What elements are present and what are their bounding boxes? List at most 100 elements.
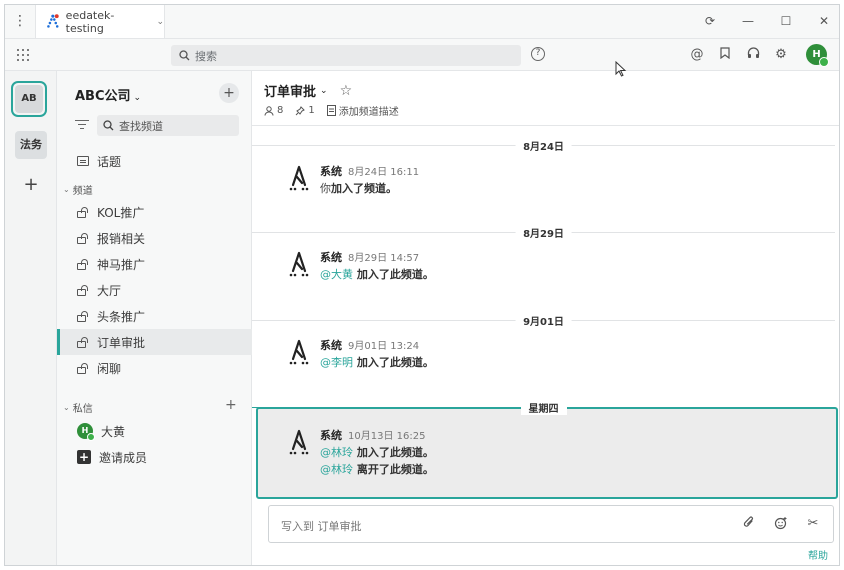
find-channel-input[interactable]: 查找频道 bbox=[97, 115, 239, 136]
message-text: @大黄 加入了此频道。 bbox=[320, 268, 434, 281]
team-name-menu[interactable]: ABC公司 ⌄ bbox=[75, 85, 141, 104]
add-channel-button[interactable]: + bbox=[219, 83, 239, 103]
workspace-tab-label: eedatek-testing bbox=[65, 8, 115, 35]
user-mention-link[interactable]: @林玲 bbox=[320, 446, 353, 459]
search-icon bbox=[179, 50, 190, 61]
unlock-icon bbox=[77, 258, 89, 270]
message-sender[interactable]: 系统 bbox=[320, 337, 342, 353]
invite-members-button[interactable]: + 邀请成员 bbox=[57, 444, 252, 470]
scissors-icon[interactable]: ✂ bbox=[805, 516, 821, 532]
find-channel-placeholder: 查找频道 bbox=[119, 119, 163, 133]
unlock-icon bbox=[77, 232, 89, 244]
user-mention-link[interactable]: @李明 bbox=[320, 356, 353, 369]
topic-message-icon bbox=[77, 156, 89, 166]
close-icon[interactable]: ✕ bbox=[816, 13, 832, 29]
reload-icon[interactable]: ⟳ bbox=[702, 13, 718, 29]
date-separator: 星期四 bbox=[252, 400, 835, 415]
sidebar-item-dm[interactable]: H 大黄 bbox=[57, 418, 252, 444]
channel-view: 订单审批 ⌄ ☆ 8 1 添加频道描述 8月24日 系统 8月24日 16:11 … bbox=[252, 71, 839, 565]
system-logo-icon bbox=[289, 339, 309, 365]
mattermost-logo-icon bbox=[47, 13, 59, 28]
message-sender[interactable]: 系统 bbox=[320, 163, 342, 179]
message-text: @李明 加入了此频道。 bbox=[320, 356, 434, 369]
team-ab-button[interactable]: AB bbox=[11, 81, 47, 117]
search-placeholder: 搜索 bbox=[195, 49, 217, 63]
team-name-label: ABC公司 bbox=[75, 89, 131, 104]
app-window: ⋮ eedatek-testing ⌄ ⟳ — ☐ ✕ 搜索 ? @ ⚙ H A… bbox=[4, 4, 840, 566]
user-mention-link[interactable]: @林玲 bbox=[320, 463, 353, 476]
date-separator: 8月29日 bbox=[252, 225, 835, 240]
sidebar-item-channel[interactable]: 大厅 bbox=[57, 277, 252, 303]
online-status-icon bbox=[819, 57, 829, 67]
user-mention-link[interactable]: @大黄 bbox=[320, 268, 353, 281]
help-link[interactable]: 帮助 bbox=[808, 547, 828, 562]
online-status-icon bbox=[87, 433, 95, 441]
favorite-star-icon[interactable]: ☆ bbox=[340, 83, 353, 99]
workspace-tab[interactable]: eedatek-testing ⌄ bbox=[35, 5, 165, 38]
message-time[interactable]: 9月01日 13:24 bbox=[348, 337, 419, 352]
headset-icon[interactable] bbox=[745, 47, 761, 63]
message-text: 你加入了频道。 bbox=[320, 182, 397, 195]
settings-gear-icon[interactable]: ⚙ bbox=[773, 47, 789, 63]
message-sender[interactable]: 系统 bbox=[320, 427, 342, 443]
header-divider bbox=[252, 125, 839, 126]
mention-icon[interactable]: @ bbox=[689, 47, 705, 63]
minimize-icon[interactable]: — bbox=[740, 13, 756, 29]
chevron-down-icon: ⌄ bbox=[133, 93, 142, 103]
sidebar-item-label: 订单审批 bbox=[97, 335, 146, 350]
avatar: H bbox=[77, 423, 95, 441]
date-separator: 8月24日 bbox=[252, 138, 835, 153]
document-icon bbox=[326, 105, 336, 116]
sidebar-item-channel-active[interactable]: 订单审批 bbox=[57, 329, 252, 355]
channel-title-menu[interactable]: 订单审批 ⌄ ☆ bbox=[264, 81, 353, 101]
team-legal-button[interactable]: 法务 bbox=[15, 131, 47, 159]
top-toolbar: 搜索 ? @ ⚙ H bbox=[5, 39, 839, 71]
chevron-down-icon: ⌄ bbox=[156, 16, 164, 27]
unlock-icon bbox=[77, 310, 89, 322]
title-bar: ⋮ eedatek-testing ⌄ ⟳ — ☐ ✕ bbox=[5, 5, 839, 39]
apps-grid-icon[interactable] bbox=[17, 49, 29, 61]
channels-section-header[interactable]: ⌄ 频道 bbox=[63, 182, 93, 197]
add-description-link[interactable]: 添加频道描述 bbox=[326, 103, 399, 118]
dm-section-header[interactable]: ⌄ 私信 bbox=[63, 400, 93, 415]
sidebar-item-channel[interactable]: 头条推广 bbox=[57, 303, 252, 329]
saved-bookmark-icon[interactable] bbox=[717, 47, 733, 63]
system-logo-icon bbox=[289, 429, 309, 455]
unlock-icon bbox=[77, 362, 89, 374]
channels-header-label: 频道 bbox=[72, 186, 93, 197]
sidebar-item-label: KOL推广 bbox=[97, 205, 145, 220]
add-dm-button[interactable]: + bbox=[225, 397, 237, 413]
emoji-icon[interactable] bbox=[773, 516, 789, 532]
sidebar-item-label: 神马推广 bbox=[97, 257, 146, 272]
message-time[interactable]: 8月29日 14:57 bbox=[348, 249, 419, 264]
help-icon[interactable]: ? bbox=[531, 47, 545, 61]
sidebar-item-label: 大黄 bbox=[101, 424, 126, 439]
channel-title: 订单审批 bbox=[264, 85, 317, 100]
sidebar-item-channel[interactable]: 闲聊 bbox=[57, 355, 252, 381]
sidebar-item-label: 大厅 bbox=[97, 283, 122, 298]
message-time[interactable]: 10月13日 16:25 bbox=[348, 427, 425, 442]
sidebar-item-label: 闲聊 bbox=[97, 361, 122, 376]
filter-icon[interactable] bbox=[75, 119, 89, 131]
user-avatar[interactable]: H bbox=[806, 44, 829, 67]
sidebar-item-channel[interactable]: 神马推广 bbox=[57, 251, 252, 277]
channel-sidebar: ABC公司 ⌄ + 查找频道 话题 ⌄ 频道 KOL推广 报销相关 神马推广 大… bbox=[57, 71, 252, 565]
maximize-icon[interactable]: ☐ bbox=[778, 13, 794, 29]
attachment-icon[interactable] bbox=[741, 516, 757, 532]
sidebar-item-topics[interactable]: 话题 bbox=[57, 148, 252, 174]
sidebar-item-channel[interactable]: KOL推广 bbox=[57, 199, 252, 225]
unlock-icon bbox=[77, 336, 89, 348]
menu-dots-icon[interactable]: ⋮ bbox=[13, 13, 27, 29]
sidebar-item-channel[interactable]: 报销相关 bbox=[57, 225, 252, 251]
invite-members-label: 邀请成员 bbox=[99, 450, 148, 465]
date-separator: 9月01日 bbox=[252, 313, 835, 328]
search-input[interactable]: 搜索 bbox=[171, 45, 521, 66]
message-sender[interactable]: 系统 bbox=[320, 249, 342, 265]
message-input[interactable]: 写入到 订单审批 ✂ bbox=[268, 505, 834, 543]
members-count[interactable]: 8 bbox=[264, 105, 283, 116]
member-icon bbox=[264, 105, 274, 116]
message-time[interactable]: 8月24日 16:11 bbox=[348, 163, 419, 178]
add-team-icon[interactable]: + bbox=[21, 175, 41, 195]
pinned-count[interactable]: 1 bbox=[295, 105, 315, 116]
search-icon bbox=[103, 120, 114, 131]
